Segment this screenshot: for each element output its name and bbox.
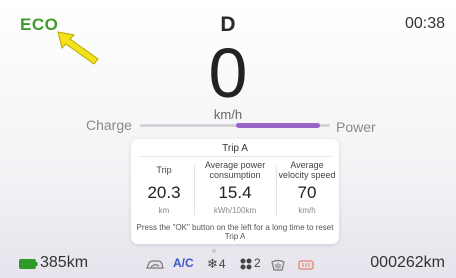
seat-heat: 2 (239, 256, 261, 270)
page-dot (228, 249, 232, 253)
avg-consumption-value: 15.4 (218, 183, 252, 202)
fan-speed-value: 4 (218, 257, 226, 271)
battery-icon (19, 259, 38, 269)
trip-distance-column: Trip 20.3 km (135, 159, 193, 215)
reset-hint: Press the "OK" button on the left for a … (136, 223, 334, 241)
ac-indicator: A/C (173, 256, 194, 270)
trip-distance-value: 20.3 (147, 183, 181, 202)
avg-speed-column: Average velocity speed 70 km/h (277, 159, 337, 215)
windshield-heat-icon (271, 259, 285, 271)
speed-value: 0 (208, 34, 248, 112)
clock: 00:38 (404, 15, 445, 32)
recirculation-icon (146, 260, 164, 269)
avg-speed-unit: km/h (298, 206, 316, 215)
avg-consumption-column: Average power consumption 15.4 kWh/100km (195, 159, 275, 215)
fan-icon: ❄ (207, 256, 218, 271)
avg-consumption-unit: kWh/100km (213, 206, 257, 215)
rear-defrost-icon (298, 260, 314, 270)
fan-speed: ❄ 4 (207, 256, 226, 272)
odometer: 000262km (370, 254, 445, 271)
trip-distance-unit: km (158, 206, 170, 215)
divider (139, 156, 331, 157)
trip-card-title: Trip A (222, 143, 248, 154)
instrument-cluster: ECO D 00:38 0 km/h Charge Power Trip A T… (0, 0, 456, 278)
page-indicator (212, 249, 240, 253)
avg-speed-value: 70 (297, 183, 317, 202)
trip-card: Trip A Trip 20.3 km Average power consum… (131, 139, 339, 244)
seat-heat-level: 2 (254, 256, 261, 270)
page-dot (220, 249, 224, 253)
avg-consumption-header: Average power consumption (204, 160, 266, 180)
seat-heat-icon (240, 258, 252, 269)
speed-unit: km/h (213, 107, 243, 122)
power-meter-fill (236, 123, 320, 128)
range-value: 385km (40, 254, 89, 271)
page-dot (236, 249, 240, 253)
power-label: Power (336, 119, 376, 135)
avg-speed-header: Average velocity speed (278, 160, 336, 180)
page-dot (212, 249, 216, 253)
trip-distance-header: Trip (156, 165, 172, 175)
charge-label: Charge (86, 117, 132, 133)
